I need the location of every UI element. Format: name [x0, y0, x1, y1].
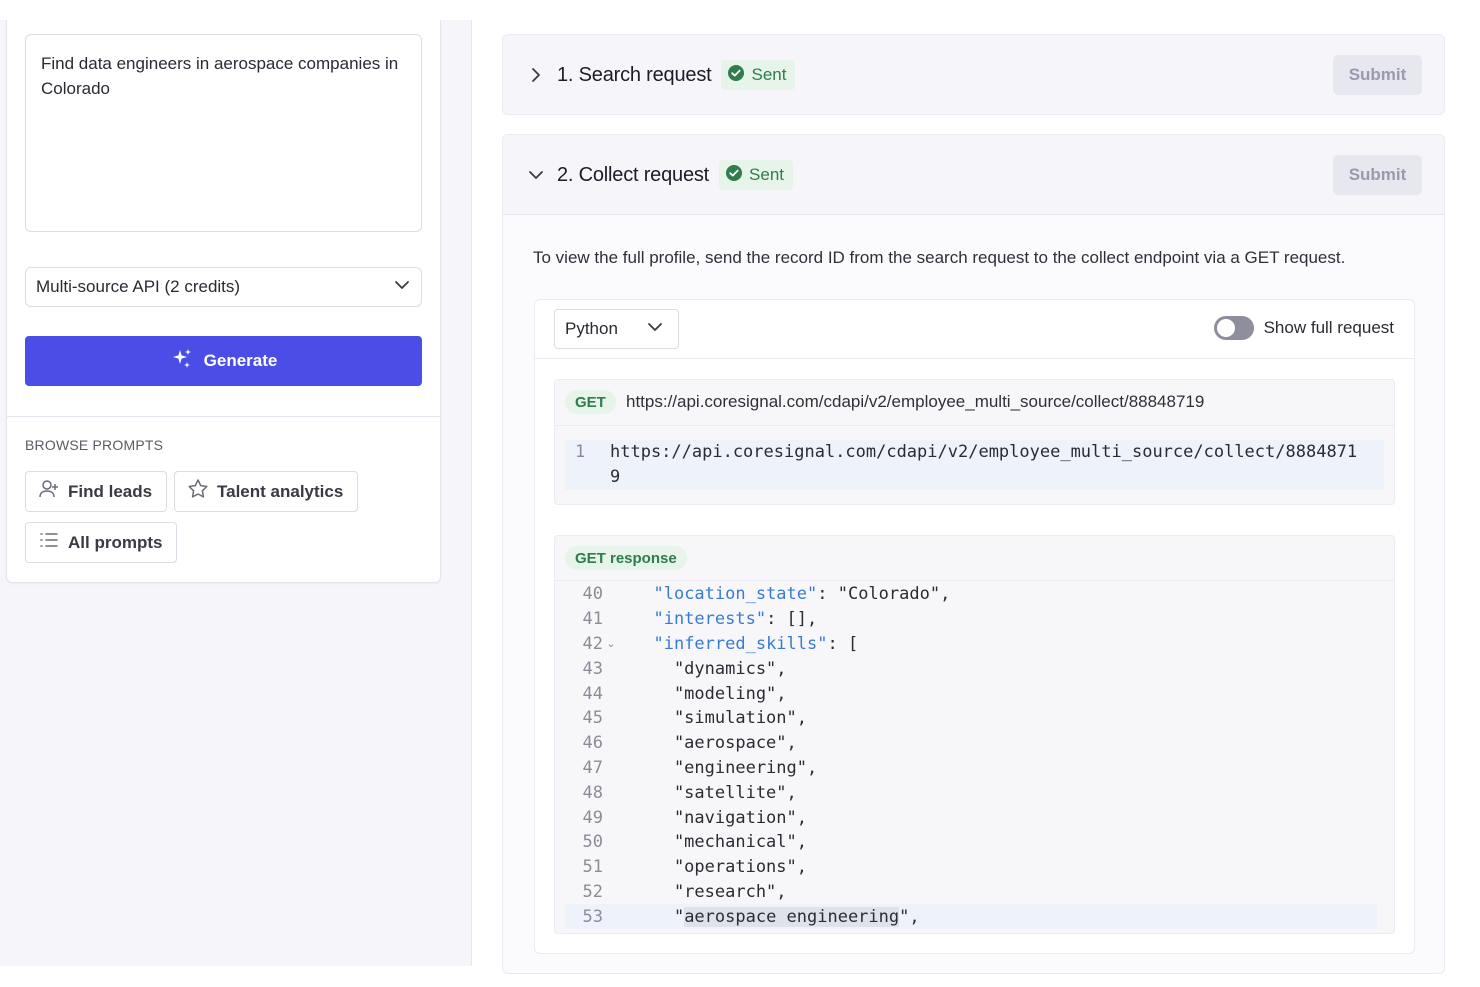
- code-editor[interactable]: 1 https://api.coresignal.com/cdapi/v2/em…: [565, 440, 1384, 490]
- generate-label: Generate: [203, 351, 278, 370]
- code-line: 44 "modeling",: [555, 681, 1394, 706]
- line-number: 51: [582, 857, 603, 878]
- collect-request-header[interactable]: 2. Collect request Sent Submit: [503, 135, 1444, 215]
- line-number: 40: [582, 584, 603, 605]
- all-prompts-chip[interactable]: All prompts: [25, 522, 178, 563]
- fold-chevron-icon[interactable]: ⌄: [603, 637, 619, 650]
- search-request-title: 1. Search request: [557, 63, 712, 86]
- line-number: 48: [582, 782, 603, 803]
- sparkles-icon: [170, 347, 194, 376]
- code-text: "aerospace",: [633, 733, 797, 754]
- code-text: "satellite",: [633, 782, 797, 803]
- line-number: 52: [582, 881, 603, 902]
- collect-request-section: 2. Collect request Sent Submit To view t…: [502, 134, 1445, 974]
- prompt-textarea[interactable]: Find data engineers in aerospace compani…: [25, 34, 422, 232]
- line-number: 1: [575, 442, 586, 462]
- chevron-down-icon: [393, 276, 411, 299]
- code-text: "engineering",: [633, 757, 818, 778]
- generate-button[interactable]: Generate: [25, 336, 422, 386]
- list-icon: [38, 529, 60, 556]
- code-text: "aerospace engineering",: [633, 906, 920, 927]
- search-request-header[interactable]: 1. Search request Sent Submit: [503, 35, 1444, 115]
- code-line: 48 "satellite",: [555, 780, 1394, 805]
- check-circle-icon: [725, 164, 743, 187]
- browse-prompts-title: BROWSE PROMPTS: [25, 437, 164, 453]
- code-text: "location_state": "Colorado",: [653, 584, 951, 605]
- line-number: 43: [582, 658, 603, 679]
- code-line: 50 "mechanical",: [555, 830, 1394, 855]
- code-line: 51 "operations",: [555, 855, 1394, 880]
- code-line: 53 "aerospace engineering",: [565, 904, 1377, 930]
- show-full-request-toggle[interactable]: [1213, 316, 1254, 340]
- collect-description: To view the full profile, send the recor…: [533, 248, 1346, 267]
- star-icon: [187, 478, 209, 505]
- code-line: 52 "research",: [555, 880, 1394, 905]
- code-panel: Python Show full request GET https://api…: [534, 299, 1415, 954]
- show-full-request-toggle-group: Show full request: [1213, 316, 1394, 340]
- toggle-label: Show full request: [1263, 318, 1394, 337]
- line-number: 47: [582, 757, 603, 778]
- search-request-section: 1. Search request Sent Submit: [502, 34, 1445, 115]
- language-value: Python: [565, 319, 618, 338]
- status-text: Sent: [749, 165, 785, 184]
- collect-request-title: 2. Collect request: [557, 163, 710, 186]
- code-line: 42 ⌄ "inferred_skills": [: [555, 632, 1394, 657]
- all-prompts-label: All prompts: [68, 532, 163, 552]
- api-source-value: Multi-source API (2 credits): [36, 277, 241, 296]
- chevron-down-icon: [646, 318, 664, 341]
- language-select[interactable]: Python: [554, 309, 679, 349]
- divider: [535, 358, 1414, 359]
- line-number: 53: [582, 906, 603, 927]
- code-line: 43 "dynamics",: [555, 656, 1394, 681]
- request-url: https://api.coresignal.com/cdapi/v2/empl…: [626, 392, 1205, 411]
- code-text: "mechanical",: [633, 832, 807, 853]
- prompt-text: Find data engineers in aerospace compani…: [41, 54, 399, 98]
- line-number: 44: [582, 683, 603, 704]
- divider: [6, 416, 441, 417]
- response-box: GET response 40 "location_state": "Color…: [554, 535, 1395, 934]
- response-badge: GET response: [565, 546, 687, 570]
- code-text: "research",: [633, 881, 787, 902]
- line-number: 46: [582, 733, 603, 754]
- code-line: 45 "simulation",: [555, 706, 1394, 731]
- code-text: "simulation",: [633, 708, 807, 729]
- code-text: "modeling",: [633, 683, 787, 704]
- code-text: "dynamics",: [633, 658, 787, 679]
- divider: [555, 580, 1394, 581]
- find-leads-label: Find leads: [68, 481, 153, 501]
- code-line: 46 "aerospace",: [555, 731, 1394, 756]
- code-text: "inferred_skills": [: [653, 633, 859, 654]
- code-line: 41 "interests": [],: [555, 607, 1394, 632]
- code-text: "operations",: [633, 857, 807, 878]
- check-circle-icon: [727, 64, 745, 87]
- status-text: Sent: [751, 65, 787, 84]
- api-source-select[interactable]: Multi-source API (2 credits): [25, 267, 422, 307]
- add-user-icon: [38, 478, 60, 505]
- status-badge: Sent: [719, 160, 794, 190]
- response-code[interactable]: 40 "location_state": "Colorado", 41 "inte…: [555, 582, 1394, 930]
- line-number: 45: [582, 708, 603, 729]
- status-badge: Sent: [721, 60, 796, 90]
- method-badge: GET: [565, 390, 616, 414]
- code-line: 47 "engineering",: [555, 756, 1394, 781]
- line-number: 50: [582, 832, 603, 853]
- code-text: https://api.coresignal.com/cdapi/v2/empl…: [610, 442, 1358, 462]
- divider: [555, 425, 1394, 426]
- chevron-right-icon[interactable]: [527, 66, 545, 84]
- collect-submit-button[interactable]: Submit: [1333, 155, 1422, 195]
- line-number: 42: [582, 633, 603, 654]
- talent-analytics-label: Talent analytics: [217, 481, 344, 501]
- code-line: 49 "navigation",: [555, 805, 1394, 830]
- request-box: GET https://api.coresignal.com/cdapi/v2/…: [554, 379, 1395, 505]
- code-line: 40 "location_state": "Colorado",: [555, 582, 1394, 607]
- code-text: "navigation",: [633, 807, 807, 828]
- find-leads-chip[interactable]: Find leads: [25, 471, 168, 512]
- line-number: 41: [582, 609, 603, 630]
- talent-analytics-chip[interactable]: Talent analytics: [174, 471, 359, 512]
- chevron-down-icon[interactable]: [527, 166, 545, 184]
- code-text: "interests": [],: [653, 609, 818, 630]
- code-text: 9: [610, 467, 621, 487]
- search-submit-button[interactable]: Submit: [1333, 55, 1422, 95]
- line-number: 49: [582, 807, 603, 828]
